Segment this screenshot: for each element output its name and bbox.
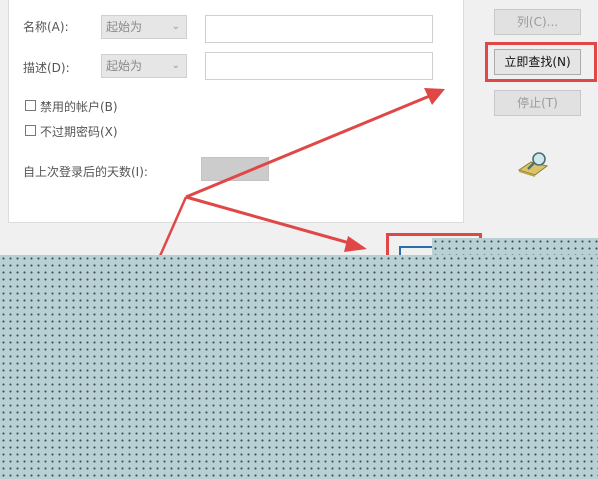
masked-area <box>0 255 598 479</box>
masked-area <box>432 238 598 256</box>
arrow-head <box>344 236 367 252</box>
arrow-tail-line <box>158 196 188 257</box>
arrow-to-results <box>185 195 354 246</box>
arrow-to-find-now <box>185 93 433 199</box>
